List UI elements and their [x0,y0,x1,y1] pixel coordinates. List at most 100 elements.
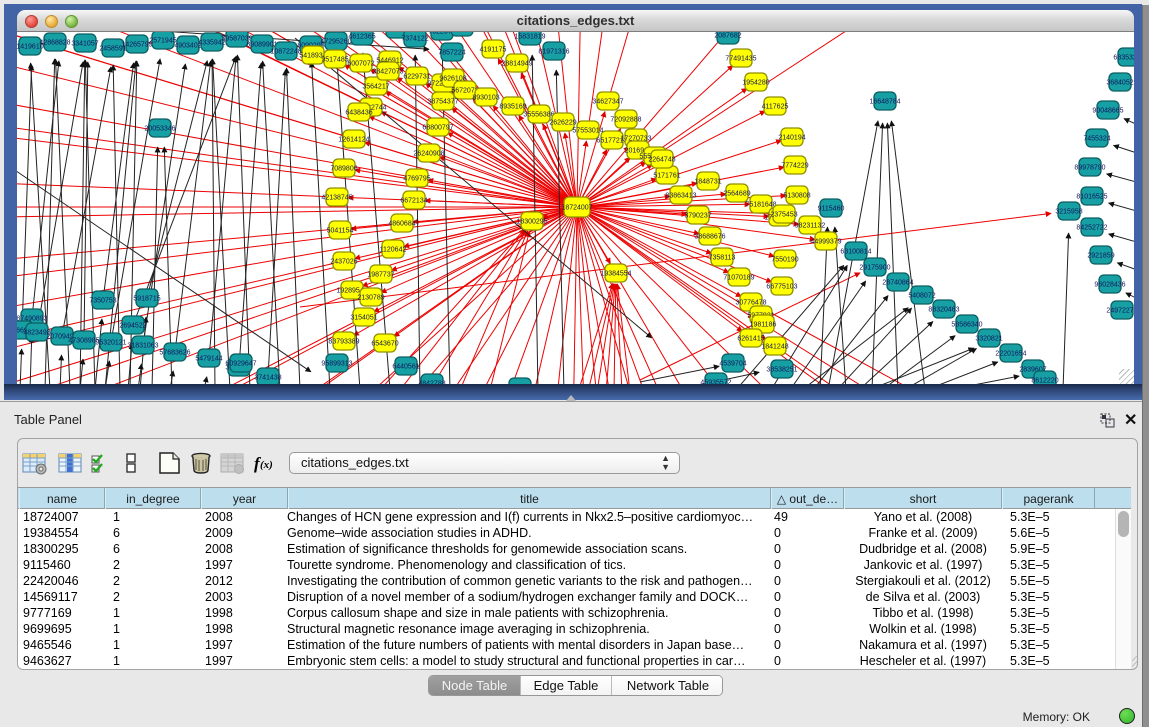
svg-text:72092888: 72092888 [610,117,641,124]
svg-text:42868828: 42868828 [39,40,70,47]
svg-text:7374122: 7374122 [401,36,428,43]
svg-text:38688676: 38688676 [694,234,725,241]
svg-text:47295260: 47295260 [320,39,351,46]
svg-text:83793389: 83793389 [328,339,359,346]
svg-text:96028436: 96028436 [1094,282,1125,289]
svg-text:89089901: 89089901 [246,42,277,49]
svg-text:4842788: 4842788 [418,381,445,385]
svg-text:71070189: 71070189 [723,275,754,282]
svg-text:38538251: 38538251 [766,367,797,374]
svg-text:1981186: 1981186 [750,322,777,329]
svg-text:5918715: 5918715 [133,296,160,303]
svg-text:98231132: 98231132 [795,223,826,230]
svg-text:4612365: 4612365 [348,34,375,41]
svg-text:18300295: 18300295 [516,219,547,226]
svg-text:9517485: 9517485 [321,57,348,64]
svg-text:95899313: 95899313 [321,361,352,368]
svg-text:2564689: 2564689 [723,191,750,198]
svg-text:2437026: 2437026 [330,259,357,266]
svg-text:68353204: 68353204 [1113,55,1134,62]
svg-text:90048665: 90048665 [1092,108,1123,115]
svg-text:28740864: 28740864 [882,280,913,287]
svg-text:7550190: 7550190 [771,257,798,264]
svg-text:4860684: 4860684 [388,221,415,228]
svg-text:19384554: 19384554 [600,271,631,278]
svg-text:1841248: 1841248 [761,344,788,351]
svg-text:75181648: 75181648 [745,202,776,209]
svg-text:15831819: 15831819 [514,34,545,41]
svg-text:57553014: 57553014 [572,128,603,135]
svg-text:9115460: 9115460 [818,206,845,213]
svg-text:81016525: 81016525 [1076,194,1107,201]
svg-text:6438436: 6438436 [345,110,372,117]
svg-text:(x): (x) [260,459,273,471]
svg-text:2087682: 2087682 [714,33,741,40]
svg-text:8612220: 8612220 [1031,378,1058,385]
svg-text:89978790: 89978790 [1074,165,1105,172]
svg-text:3154051: 3154051 [350,315,377,322]
svg-text:31831063: 31831063 [127,343,158,350]
svg-text:4117625: 4117625 [762,104,789,111]
svg-text:63100814: 63100814 [840,249,871,256]
svg-text:22201654: 22201654 [995,351,1026,358]
svg-text:60929647: 60929647 [225,361,256,368]
svg-text:1848731: 1848731 [694,179,721,186]
svg-text:2626229: 2626229 [549,120,576,127]
svg-text:18724007: 18724007 [561,205,592,212]
svg-text:6440561: 6440561 [392,364,419,371]
svg-text:84252722: 84252722 [1076,225,1107,232]
svg-text:29175900: 29175900 [859,265,890,272]
svg-text:10872248: 10872248 [270,49,301,56]
svg-text:7358113: 7358113 [709,255,736,262]
svg-text:12614124: 12614124 [338,137,369,144]
svg-text:7774229: 7774229 [781,163,808,170]
svg-text:95320121: 95320121 [95,340,126,347]
svg-text:4191175: 4191175 [480,47,507,54]
svg-text:28814949: 28814949 [501,61,532,68]
svg-text:5041154: 5041154 [327,228,354,235]
svg-text:14265799: 14265799 [121,42,152,49]
svg-text:8935169: 8935169 [499,104,526,111]
svg-text:4769795: 4769795 [403,176,430,183]
svg-text:7089806: 7089806 [330,166,357,173]
svg-text:83863413: 83863413 [665,193,696,200]
svg-text:2921859: 2921859 [1087,253,1114,260]
svg-text:6672134: 6672134 [400,198,427,205]
svg-text:58586340: 58586340 [951,322,982,329]
svg-text:57683626: 57683626 [159,350,190,357]
svg-text:2694522: 2694522 [119,323,146,330]
svg-text:5130808: 5130808 [783,193,810,200]
svg-text:1987737: 1987737 [367,272,394,279]
svg-text:42138745: 42138745 [321,195,352,202]
svg-text:81971316: 81971316 [538,49,569,56]
svg-text:2571945: 2571945 [149,38,176,45]
svg-text:6543670: 6543670 [371,341,398,348]
svg-text:3790237: 3790237 [684,213,711,220]
svg-text:24972279: 24972279 [1106,308,1134,315]
svg-text:3564217: 3564217 [362,84,389,91]
svg-text:38754377: 38754377 [427,99,458,106]
svg-text:7350753: 7350753 [89,298,116,305]
svg-text:3741438: 3741438 [254,375,281,382]
svg-text:34627347: 34627347 [592,99,623,106]
svg-text:2130789: 2130789 [357,295,384,302]
svg-text:38427073: 38427073 [372,69,403,76]
svg-text:44999379: 44999379 [810,239,841,246]
svg-text:5479144: 5479144 [195,356,222,363]
svg-text:3684052: 3684052 [1106,80,1133,87]
svg-text:2375453: 2375453 [770,212,797,219]
svg-text:2140194: 2140194 [778,135,805,142]
svg-text:5408072: 5408072 [908,293,935,300]
svg-text:20053346: 20053346 [144,126,175,133]
svg-text:4539704: 4539704 [719,361,746,368]
svg-text:45935572: 45935572 [700,380,731,385]
svg-text:6261415: 6261415 [737,336,764,343]
svg-text:7857224: 7857224 [438,50,465,57]
svg-text:77491435: 77491435 [725,56,756,63]
svg-text:5171761: 5171761 [653,173,680,180]
svg-text:7455324: 7455324 [1083,136,1110,143]
svg-text:3341057: 3341057 [71,41,98,48]
svg-text:68800797: 68800797 [422,125,453,132]
svg-text:6229731: 6229731 [403,74,430,81]
svg-text:88320463: 88320463 [928,307,959,314]
